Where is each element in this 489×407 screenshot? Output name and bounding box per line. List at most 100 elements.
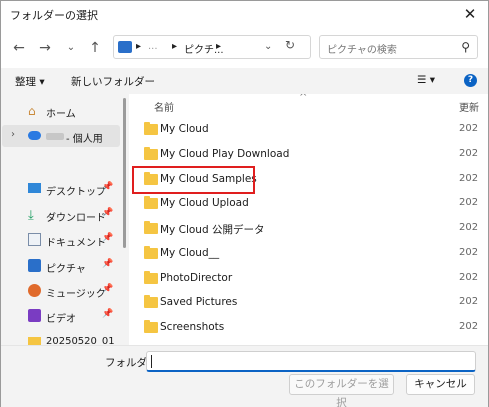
sidebar-item-onedrive[interactable]: › - 個人用 [2, 125, 120, 147]
new-folder-button[interactable]: 新しいフォルダー [71, 74, 155, 89]
address-separator[interactable]: ▸ [136, 41, 141, 52]
item-date: 202 [459, 321, 479, 332]
pictures-location-icon [118, 41, 132, 53]
list-item[interactable]: Screenshots 202 [129, 316, 488, 340]
pin-icon[interactable]: 📌 [102, 233, 113, 243]
pin-icon[interactable]: 📌 [102, 259, 113, 269]
item-name: My Cloud__ [160, 247, 220, 259]
pictures-icon [28, 259, 41, 272]
pin-icon[interactable]: 📌 [102, 309, 113, 319]
address-segment-user[interactable]: ... [148, 41, 158, 52]
close-icon[interactable]: ✕ [460, 4, 480, 24]
item-date: 202 [459, 148, 479, 159]
window-title: フォルダーの選択 [10, 9, 98, 22]
list-item[interactable]: My Cloud 公開データ 202 [129, 217, 488, 241]
command-bar: 整理 ▾ 新しいフォルダー ☰ ▾ ? [1, 68, 488, 94]
item-date: 202 [459, 272, 479, 283]
folder-icon [144, 320, 158, 333]
help-icon[interactable]: ? [464, 74, 477, 87]
sidebar-item-label: ドキュメント [46, 238, 106, 249]
select-folder-button[interactable]: このフォルダーを選択 [289, 374, 394, 407]
folder-icon [144, 246, 158, 259]
sidebar-item-label: ピクチャ [46, 264, 86, 275]
item-name: My Cloud [160, 123, 209, 135]
folder-icon [144, 196, 158, 209]
folder-icon [144, 122, 158, 135]
item-name: My Cloud Upload [160, 197, 249, 209]
sidebar-item-pictures[interactable]: ピクチャ 📌 [2, 255, 120, 277]
dialog-footer: フォルダー: このフォルダーを選択 キャンセル [1, 345, 488, 407]
folder-icon [28, 337, 41, 345]
sidebar-item-music[interactable]: ミュージック 📌 [2, 280, 120, 302]
item-name: My Cloud 公開データ [160, 224, 265, 236]
column-header-date[interactable]: 更新 [459, 99, 479, 114]
title-bar: フォルダーの選択 ✕ [1, 1, 488, 28]
folder-icon [144, 147, 158, 160]
pin-icon[interactable]: 📌 [102, 284, 113, 294]
home-icon: ⌂ [28, 104, 36, 118]
sidebar-item-downloads[interactable]: ⤓ ダウンロード 📌 [2, 204, 120, 226]
item-date: 202 [459, 123, 479, 134]
list-item[interactable]: My Cloud 202 [129, 118, 488, 142]
view-options-icon[interactable]: ☰ ▾ [417, 74, 435, 86]
video-icon [28, 309, 41, 322]
sidebar-item-label: 20250520_01 [46, 336, 115, 345]
sort-ascending-icon: ^ [299, 94, 308, 103]
recent-locations-chevron-icon[interactable]: ⌄ [62, 39, 80, 57]
sidebar-item-desktop[interactable]: デスクトップ 📌 [2, 178, 120, 200]
item-date: 202 [459, 197, 479, 208]
address-bar[interactable]: ▸ ... ▸ ピクチ... ▸ ⌄ [113, 35, 311, 59]
sidebar-item-label: デスクトップ [46, 187, 106, 198]
redacted-account-name [46, 133, 64, 140]
search-placeholder: ピクチャの検索 [327, 45, 397, 56]
desktop-icon [28, 183, 41, 193]
folder-icon [144, 221, 158, 234]
organize-label: 整理 [15, 76, 36, 88]
up-arrow-icon[interactable]: ↑ [86, 39, 104, 57]
highlight-box [132, 166, 255, 194]
pin-icon[interactable]: 📌 [102, 208, 113, 218]
cloud-icon [28, 131, 41, 140]
item-date: 202 [459, 247, 479, 258]
cancel-button[interactable]: キャンセル [406, 374, 475, 395]
column-header-name[interactable]: 名前 [154, 99, 174, 114]
sidebar-item-documents[interactable]: ドキュメント 📌 [2, 229, 120, 251]
item-date: 202 [459, 222, 479, 233]
list-item[interactable]: PhotoDirector 202 [129, 267, 488, 291]
list-item[interactable]: Saved Pictures 202 [129, 291, 488, 315]
item-name: PhotoDirector [160, 272, 233, 284]
navigation-pane: ⌂ ホーム › - 個人用 デスクトップ 📌 ⤓ ダウンロード 📌 ドキュメント… [2, 94, 120, 345]
text-caret [151, 355, 152, 368]
list-item[interactable]: My Cloud__ 202 [129, 242, 488, 266]
sidebar-item-videos[interactable]: ビデオ 📌 [2, 305, 120, 327]
scrollbar-thumb[interactable] [123, 98, 126, 248]
search-box[interactable]: ピクチャの検索 ⚲ [319, 35, 478, 59]
list-item[interactable]: My Cloud Upload 202 [129, 192, 488, 216]
back-arrow-icon[interactable]: ← [10, 39, 28, 57]
folder-icon [144, 271, 158, 284]
refresh-icon[interactable]: ↻ [285, 38, 295, 52]
sidebar-item-label: ホーム [46, 109, 76, 120]
sidebar-item-label: ダウンロード [46, 213, 106, 224]
document-icon [28, 233, 41, 246]
item-name: My Cloud Play Download [160, 148, 290, 160]
list-item[interactable]: My Cloud Play Download 202 [129, 143, 488, 167]
folder-input[interactable] [146, 351, 476, 372]
item-name: Saved Pictures [160, 296, 238, 308]
pin-icon[interactable]: 📌 [102, 182, 113, 192]
sidebar-item-home[interactable]: ⌂ ホーム [2, 100, 120, 122]
navigation-scrollbar[interactable] [120, 94, 129, 345]
download-icon: ⤓ [28, 208, 34, 223]
address-separator[interactable]: ▸ [216, 41, 221, 52]
address-separator[interactable]: ▸ [172, 41, 177, 52]
sidebar-item-folder[interactable]: 20250520_01 [2, 331, 120, 345]
search-icon[interactable]: ⚲ [461, 40, 470, 54]
forward-arrow-icon[interactable]: → [36, 39, 54, 57]
address-dropdown-chevron-icon[interactable]: ⌄ [264, 41, 272, 52]
folder-icon [144, 295, 158, 308]
folder-dialog: フォルダーの選択 ✕ ← → ⌄ ↑ ▸ ... ▸ ピクチ... ▸ ⌄ ↻ … [0, 0, 489, 407]
organize-menu[interactable]: 整理 ▾ [15, 74, 45, 89]
sidebar-item-label: - 個人用 [66, 134, 103, 145]
sidebar-item-label: ミュージック [46, 289, 106, 300]
expand-chevron-icon[interactable]: › [11, 129, 15, 140]
